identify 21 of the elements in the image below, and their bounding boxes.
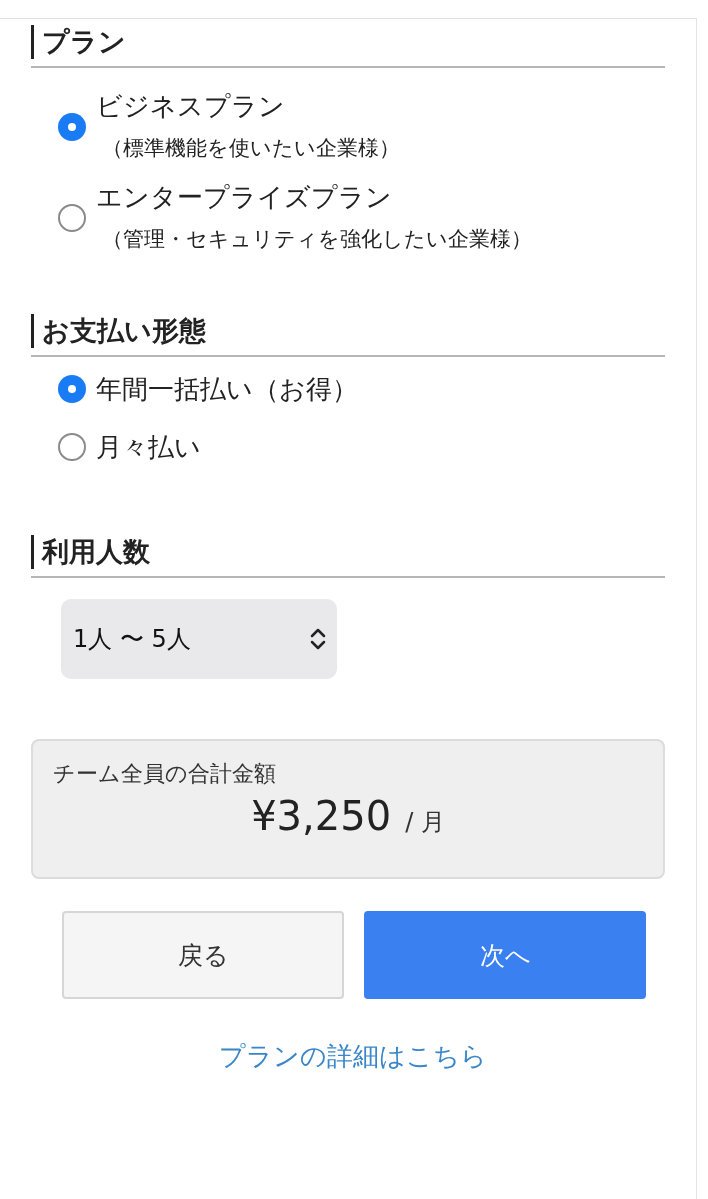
section-heading: お支払い形態 xyxy=(31,314,206,348)
back-button[interactable]: 戻る xyxy=(62,911,344,999)
option-label: 年間一括払い（お得） xyxy=(96,373,358,406)
total-label: チーム全員の合計金額 xyxy=(53,760,277,788)
option-note: （標準機能を使いたい企業様） xyxy=(102,135,400,162)
next-button[interactable]: 次へ xyxy=(364,911,646,999)
option-label: ビジネスプラン xyxy=(96,90,286,123)
select-field[interactable]: 1人 〜 5人 xyxy=(61,599,337,679)
radio-button[interactable] xyxy=(58,433,86,461)
plan-details-link[interactable]: プランの詳細はこちら xyxy=(219,1039,487,1074)
amount-unit: / 月 xyxy=(405,807,445,838)
section-heading: 利用人数 xyxy=(31,535,150,569)
total-amount: ¥3,250 xyxy=(251,793,392,839)
radio-button[interactable] xyxy=(58,375,86,403)
radio-button[interactable] xyxy=(58,112,86,141)
option-note: （管理・セキュリティを強化したい企業様） xyxy=(102,226,532,253)
radio-button[interactable] xyxy=(58,203,86,232)
section-heading: プラン xyxy=(31,25,126,59)
option-label: エンタープライズプラン xyxy=(96,181,393,214)
chevron-up-down-icon xyxy=(309,627,327,651)
option-label: 月々払い xyxy=(96,431,201,464)
